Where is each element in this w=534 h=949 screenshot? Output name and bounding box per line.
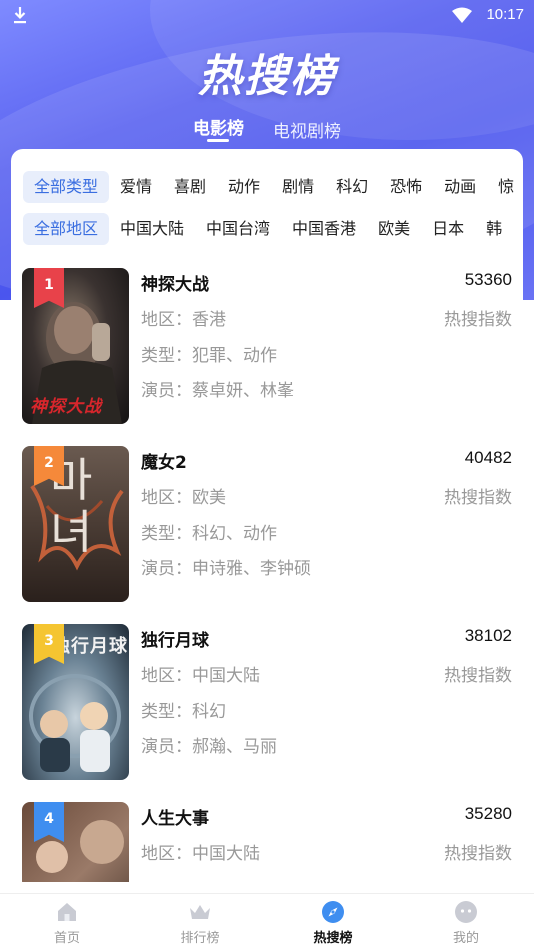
movie-region: 地区：欧美 — [141, 488, 226, 508]
compass-icon — [322, 901, 344, 923]
movie-cast: 演员：郝瀚、马丽 — [141, 737, 277, 757]
filter-type-horror[interactable]: 恐怖 — [379, 171, 433, 203]
filter-region-western[interactable]: 欧美 — [367, 213, 421, 245]
filter-region-all[interactable]: 全部地区 — [23, 213, 110, 245]
poster-title-text: 神探大战 — [30, 397, 102, 417]
movie-title: 独行月球 — [141, 631, 209, 651]
nav-ranking[interactable]: 排行榜 — [133, 894, 267, 949]
crown-icon — [190, 905, 210, 919]
movie-cast: 演员：申诗雅、李钟硕 — [141, 559, 311, 579]
nav-home-label: 首页 — [53, 931, 80, 946]
movie-title: 神探大战 — [141, 275, 209, 295]
movie-region: 地区：香港 — [141, 310, 226, 330]
movie-poster: 마녀 2 — [22, 446, 129, 602]
movie-hot-score: 35280 — [464, 804, 512, 823]
movie-genre: 类型：科幻 — [141, 702, 226, 722]
chart-card: 全部类型 爱情 喜剧 动作 剧情 科幻 恐怖 动画惊 全部地区 中国大陆 中国台湾 中国香港 欧美 日本… — [11, 149, 523, 882]
movie-hot-score: 38102 — [464, 626, 512, 645]
movie-hot-score: 53360 — [464, 270, 512, 289]
filter-region-korea[interactable]: 韩 — [475, 213, 513, 245]
movie-poster: 神探大战 1 — [22, 268, 129, 424]
status-time: 10:17 — [486, 6, 524, 23]
movie-region: 地区：中国大陆 — [141, 666, 260, 686]
filter-type-scifi[interactable]: 科幻 — [325, 171, 379, 203]
nav-profile-label: 我的 — [452, 931, 479, 946]
tab-tv-chart[interactable]: 电视剧榜 — [273, 117, 341, 142]
filter-type-comedy[interactable]: 喜剧 — [163, 171, 217, 203]
movie-region: 地区：中国大陆 — [141, 844, 260, 864]
filter-type-drama[interactable]: 剧情 — [271, 171, 325, 203]
movie-title: 魔女2 — [141, 453, 187, 473]
movie-genre: 类型：科幻、动作 — [141, 524, 277, 544]
movie-poster: 独行月球 3 — [22, 624, 129, 780]
bottom-navigation: 首页 排行榜 热搜榜 我的 — [0, 893, 534, 949]
filter-type-thriller[interactable]: 惊 — [487, 171, 515, 203]
hot-index-label: 热搜指数 — [444, 666, 512, 686]
download-icon — [14, 7, 26, 24]
active-tab-indicator — [207, 139, 229, 142]
movie-list-item[interactable]: 4 人生大事 35280 地区：中国大陆 热搜指数 — [22, 802, 512, 882]
filter-type-animation[interactable]: 动画 — [433, 171, 487, 203]
wifi-icon — [452, 7, 472, 23]
top-tabs: 电影榜 电视剧榜 — [0, 110, 534, 146]
filter-type-action[interactable]: 动作 — [217, 171, 271, 203]
region-filter-row: 全部地区 中国大陆 中国台湾 中国香港 欧美 日本韩 — [23, 213, 515, 245]
nav-ranking-label: 排行榜 — [180, 931, 220, 946]
status-bar: 10:17 — [0, 0, 534, 32]
movie-cast: 演员：蔡卓妍、林峯 — [141, 381, 294, 401]
filter-region-hongkong[interactable]: 中国香港 — [281, 213, 367, 245]
movie-poster: 4 — [22, 802, 129, 882]
filter-region-taiwan[interactable]: 中国台湾 — [195, 213, 281, 245]
nav-hot-search-label: 热搜榜 — [313, 931, 353, 946]
profile-icon — [455, 901, 477, 923]
page-title: 热搜榜 — [198, 51, 336, 102]
nav-profile[interactable]: 我的 — [399, 894, 533, 949]
home-icon — [58, 903, 76, 921]
hot-index-label: 热搜指数 — [444, 488, 512, 508]
movie-genre: 类型：犯罪、动作 — [141, 346, 277, 366]
movie-list-item[interactable]: 独行月球 3 独行月球 38102 地区：中国大陆 热搜指数 类型：科幻 演员：… — [22, 624, 512, 784]
hot-index-label: 热搜指数 — [444, 844, 512, 864]
type-filter-row: 全部类型 爱情 喜剧 动作 剧情 科幻 恐怖 动画惊 — [23, 171, 515, 203]
filter-type-all[interactable]: 全部类型 — [23, 171, 110, 203]
movie-hot-score: 40482 — [464, 448, 512, 467]
movie-title: 人生大事 — [141, 809, 209, 829]
filter-region-japan[interactable]: 日本 — [421, 213, 475, 245]
movie-list-item[interactable]: 마녀 2 魔女2 40482 地区：欧美 热搜指数 类型：科幻、动作 演员：申诗… — [22, 446, 512, 606]
movie-list-item[interactable]: 神探大战 1 神探大战 53360 地区：香港 热搜指数 类型：犯罪、动作 演员… — [22, 268, 512, 428]
nav-hot-search[interactable]: 热搜榜 — [266, 894, 400, 949]
tab-movie-chart[interactable]: 电影榜 — [193, 114, 244, 139]
filter-region-mainland[interactable]: 中国大陆 — [109, 213, 195, 245]
hot-index-label: 热搜指数 — [444, 310, 512, 330]
nav-home[interactable]: 首页 — [0, 894, 134, 949]
filter-type-romance[interactable]: 爱情 — [109, 171, 163, 203]
